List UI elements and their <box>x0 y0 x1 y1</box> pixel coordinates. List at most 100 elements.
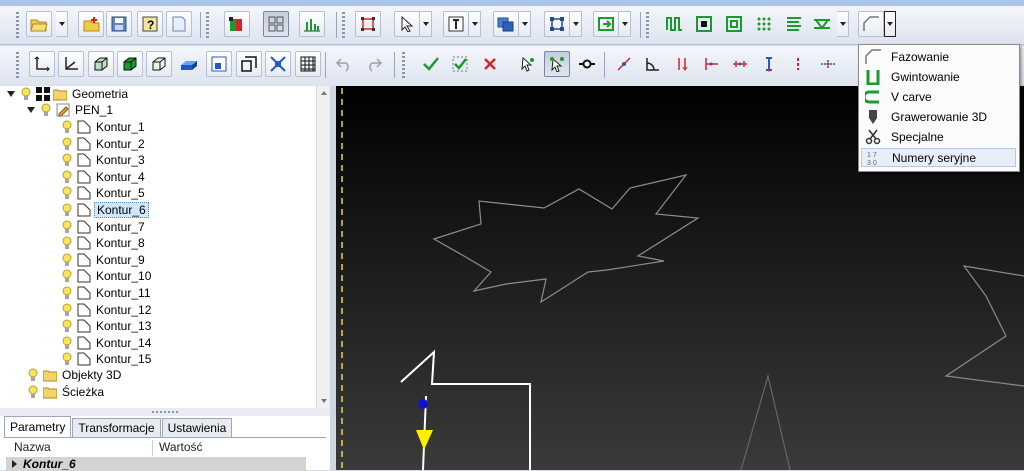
tree-item-contour[interactable]: Kontur_14 <box>60 335 153 351</box>
snap-perpendicular-button[interactable] <box>669 51 695 77</box>
grid-button[interactable] <box>295 51 321 77</box>
tree-item-geometria[interactable]: Geometria <box>6 86 130 102</box>
lightbulb-icon[interactable] <box>60 319 74 333</box>
material-button[interactable] <box>224 11 250 37</box>
open-folder-button[interactable] <box>26 11 52 37</box>
pointer-tool-dropdown[interactable] <box>420 11 432 37</box>
tree-item-pen[interactable]: PEN_1 <box>26 102 115 118</box>
toolbar-grip[interactable] <box>16 12 19 38</box>
lightbulb-icon[interactable] <box>60 120 74 134</box>
accept-button[interactable] <box>418 51 444 77</box>
link-button[interactable] <box>574 51 600 77</box>
operations-dropdown[interactable] <box>837 11 849 37</box>
lightbulb-icon[interactable] <box>60 137 74 151</box>
scroll-up-button[interactable] <box>317 86 331 100</box>
tab-parametry[interactable]: Parametry <box>4 416 72 437</box>
tree-item-contour[interactable]: Kontur_6 <box>60 202 149 218</box>
snap-vertical-button[interactable] <box>756 51 782 77</box>
lightbulb-icon[interactable] <box>60 170 74 184</box>
boolean-tool-dropdown[interactable] <box>519 11 531 37</box>
toolbar-grip[interactable] <box>16 52 19 78</box>
tree-item-contour[interactable]: Kontur_13 <box>60 318 153 334</box>
lightbulb-icon[interactable] <box>60 269 74 283</box>
zoom-window-button[interactable] <box>206 51 232 77</box>
collapse-arrow-icon[interactable] <box>12 460 17 468</box>
axes-tilt-button[interactable] <box>58 51 84 77</box>
lightbulb-icon[interactable] <box>60 186 74 200</box>
spike-contour[interactable] <box>740 373 791 470</box>
menu-item-fazowanie[interactable]: Fazowanie <box>861 47 1016 66</box>
hatch-button[interactable] <box>781 11 807 37</box>
tree-item-contour[interactable]: Kontur_5 <box>60 185 147 201</box>
transform-dropdown[interactable] <box>619 11 631 37</box>
rectangle-tool-button[interactable] <box>355 11 381 37</box>
pocket-operation-button[interactable] <box>661 11 687 37</box>
tree-item-contour[interactable]: Kontur_4 <box>60 169 147 185</box>
text-tool-button[interactable] <box>443 11 469 37</box>
tree-item-contour[interactable]: Kontur_10 <box>60 268 153 284</box>
star-contour[interactable] <box>432 174 700 304</box>
drilling-button[interactable] <box>751 11 777 37</box>
lightbulb-icon[interactable] <box>60 352 74 366</box>
tree-item-contour[interactable]: Kontur_7 <box>60 219 147 235</box>
property-group-row[interactable]: Kontur_6 <box>6 457 306 471</box>
snap-angle-button[interactable] <box>640 51 666 77</box>
open-folder-dropdown[interactable] <box>56 11 68 37</box>
grid-view-button[interactable] <box>263 11 289 37</box>
node-edit-dropdown[interactable] <box>570 11 582 37</box>
menu-item-gwintowanie[interactable]: Gwintowanie <box>861 67 1016 86</box>
cancel-button[interactable] <box>477 51 503 77</box>
tree-scrollbar[interactable] <box>316 86 331 408</box>
tree-item-contour[interactable]: Kontur_8 <box>60 235 147 251</box>
new-file-button[interactable] <box>78 11 104 37</box>
zigzag-button[interactable] <box>809 11 835 37</box>
redo-button[interactable] <box>361 51 387 77</box>
lightbulb-icon[interactable] <box>60 336 74 350</box>
contour-right[interactable] <box>944 265 1024 387</box>
tab-ustawienia[interactable]: Ustawienia <box>161 418 233 437</box>
lightbulb-icon[interactable] <box>60 303 74 317</box>
text-tool-dropdown[interactable] <box>469 11 481 37</box>
menu-item-grawerowanie-3d[interactable]: Grawerowanie 3D <box>861 107 1016 126</box>
start-point-marker[interactable] <box>418 399 428 409</box>
zoom-out-button[interactable] <box>236 51 262 77</box>
tree-item-contour[interactable]: Kontur_1 <box>60 119 147 135</box>
menu-item-numery-seryjne[interactable]: 1 73 0 Numery seryjne <box>861 148 1016 167</box>
lightbulb-icon[interactable] <box>60 153 74 167</box>
toolbar-grip[interactable] <box>342 12 345 38</box>
snap-point-button[interactable] <box>611 51 637 77</box>
tree-item-path[interactable]: Ścieżka <box>26 384 106 400</box>
snap-end-button[interactable] <box>698 51 724 77</box>
tree-item-contour[interactable]: Kontur_9 <box>60 252 147 268</box>
expand-arrow-icon[interactable] <box>26 105 36 115</box>
boolean-tool-button[interactable] <box>493 11 519 37</box>
menu-item-specjalne[interactable]: Specjalne <box>861 127 1016 146</box>
view-3d-button[interactable] <box>176 51 202 77</box>
chamfer-button[interactable] <box>858 11 884 37</box>
menu-item-v-carve[interactable]: V carve <box>861 87 1016 106</box>
statistics-button[interactable] <box>299 11 325 37</box>
undo-button[interactable] <box>331 51 357 77</box>
document-button[interactable] <box>166 11 192 37</box>
contour-offset-button[interactable] <box>721 11 747 37</box>
snap-middle-button[interactable] <box>727 51 753 77</box>
tree-item-objects-3d[interactable]: Objekty 3D <box>26 367 123 383</box>
column-name-header[interactable]: Nazwa <box>6 440 153 456</box>
scroll-down-button[interactable] <box>317 394 331 408</box>
lightbulb-icon[interactable] <box>39 103 53 117</box>
axes-2d-button[interactable] <box>29 51 55 77</box>
lightbulb-icon[interactable] <box>26 385 40 399</box>
lightbulb-icon[interactable] <box>60 286 74 300</box>
lightbulb-icon[interactable] <box>19 87 33 101</box>
tree-item-contour[interactable]: Kontur_3 <box>60 152 147 168</box>
transform-button[interactable] <box>593 11 619 37</box>
tree-item-contour[interactable]: Kontur_15 <box>60 351 153 367</box>
column-value-header[interactable]: Wartość <box>153 440 203 456</box>
selected-contour[interactable] <box>400 349 531 470</box>
zoom-fit-button[interactable] <box>265 51 291 77</box>
tree-item-contour[interactable]: Kontur_2 <box>60 136 147 152</box>
toolbar-grip[interactable] <box>402 52 405 78</box>
tree-item-contour[interactable]: Kontur_12 <box>60 302 153 318</box>
contour-inside-button[interactable] <box>691 11 717 37</box>
view-top-button[interactable] <box>146 51 172 77</box>
